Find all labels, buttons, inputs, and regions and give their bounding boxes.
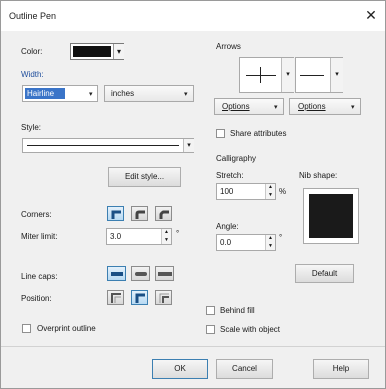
footer-separator	[1, 346, 385, 347]
chevron-down-icon: ▾	[184, 91, 188, 98]
spin-down-icon[interactable]: ▼	[268, 192, 273, 198]
color-picker[interactable]: ▾	[70, 43, 124, 60]
chevron-down-icon: ▾	[274, 104, 278, 111]
spin-up-icon[interactable]: ▲	[164, 229, 169, 235]
chevron-down-icon: ▾	[351, 104, 355, 111]
arrows-label: Arrows	[216, 42, 241, 51]
dialog-title: Outline Pen	[9, 11, 57, 21]
scale-with-object-label: Scale with object	[220, 325, 281, 334]
cap-butt-icon[interactable]	[107, 266, 126, 281]
corner-miter-icon[interactable]	[107, 206, 124, 221]
width-label: Width:	[21, 70, 44, 79]
position-label: Position:	[21, 294, 52, 303]
calligraphy-label: Calligraphy	[216, 154, 257, 163]
corner-bevel-icon[interactable]	[155, 206, 172, 221]
outline-pen-dialog: Outline Pen ✕ Color: ▾ Width: Hairline ▾…	[0, 0, 386, 389]
angle-unit: °	[279, 233, 283, 242]
miter-limit-value: 3.0	[110, 232, 122, 241]
corner-round-icon[interactable]	[131, 206, 148, 221]
miter-spinner[interactable]: ▲ ▼	[161, 229, 171, 244]
overprint-checkbox[interactable]	[22, 324, 31, 333]
overprint-label: Overprint outline	[37, 324, 96, 333]
spin-down-icon[interactable]: ▼	[268, 243, 273, 249]
angle-value: 0.0	[220, 238, 232, 247]
close-icon[interactable]: ✕	[363, 7, 379, 23]
chevron-down-icon[interactable]: ▾	[183, 139, 194, 152]
end-arrow-preview	[300, 75, 324, 76]
spin-up-icon[interactable]: ▲	[268, 184, 273, 190]
nib-square	[309, 194, 353, 238]
line-caps-label: Line caps:	[21, 272, 58, 281]
behind-fill-label: Behind fill	[220, 306, 255, 315]
width-combobox[interactable]: Hairline ▾	[22, 85, 98, 102]
angle-input[interactable]: 0.0 ▲ ▼	[216, 234, 276, 251]
edit-style-button[interactable]: Edit style...	[108, 167, 181, 187]
chevron-down-icon[interactable]: ▾	[330, 58, 343, 92]
share-attributes-checkbox[interactable]	[216, 129, 225, 138]
nib-shape-label: Nib shape:	[299, 171, 338, 180]
help-button[interactable]: Help	[313, 359, 369, 379]
options-left-label: Options	[222, 102, 250, 111]
style-label: Style:	[21, 123, 42, 132]
width-value: Hairline	[27, 89, 55, 98]
scale-with-object-checkbox[interactable]	[206, 325, 215, 334]
behind-fill-checkbox[interactable]	[206, 306, 215, 315]
miter-limit-input[interactable]: 3.0 ▲ ▼	[106, 228, 172, 245]
miter-unit: °	[176, 229, 180, 238]
chevron-down-icon[interactable]: ▾	[89, 90, 93, 98]
stretch-unit: %	[279, 187, 287, 196]
cap-round-icon[interactable]	[131, 266, 150, 281]
default-button[interactable]: Default	[295, 264, 354, 283]
stretch-value: 100	[220, 187, 234, 196]
angle-spinner[interactable]: ▲ ▼	[265, 235, 275, 250]
position-inside-icon[interactable]	[155, 290, 172, 305]
start-arrow-preview	[246, 75, 276, 76]
color-label: Color:	[21, 47, 43, 56]
start-arrow-tick	[260, 67, 261, 83]
angle-label: Angle:	[216, 222, 239, 231]
spin-up-icon[interactable]: ▲	[268, 235, 273, 241]
chevron-down-icon[interactable]: ▾	[281, 58, 294, 92]
color-swatch	[73, 46, 111, 57]
ok-button[interactable]: OK	[152, 359, 208, 379]
nib-shape-preview[interactable]	[303, 188, 359, 244]
arrow-options-right-button[interactable]: Options ▾	[289, 98, 361, 115]
share-attributes-label: Share attributes	[230, 129, 287, 138]
stretch-spinner[interactable]: ▲ ▼	[265, 184, 275, 199]
corners-label: Corners:	[21, 210, 52, 219]
line-style-preview	[27, 145, 179, 146]
cancel-button[interactable]: Cancel	[216, 359, 273, 379]
title-bar	[1, 1, 385, 31]
units-value: inches	[111, 89, 135, 98]
line-style-dropdown[interactable]: ▾	[22, 138, 194, 153]
cap-square-icon[interactable]	[155, 266, 174, 281]
miter-limit-label: Miter limit:	[21, 232, 58, 241]
chevron-down-icon[interactable]: ▾	[113, 44, 124, 59]
stretch-label: Stretch:	[216, 171, 244, 180]
stretch-input[interactable]: 100 ▲ ▼	[216, 183, 276, 200]
arrow-options-left-button[interactable]: Options ▾	[214, 98, 284, 115]
start-arrow-selector[interactable]: ▾	[239, 57, 294, 93]
spin-down-icon[interactable]: ▼	[164, 237, 169, 243]
position-outside-icon[interactable]	[107, 290, 124, 305]
units-dropdown[interactable]: inches ▾	[104, 85, 194, 102]
options-right-label: Options	[298, 102, 326, 111]
position-center-icon[interactable]	[131, 290, 148, 305]
end-arrow-selector[interactable]: ▾	[295, 57, 343, 93]
